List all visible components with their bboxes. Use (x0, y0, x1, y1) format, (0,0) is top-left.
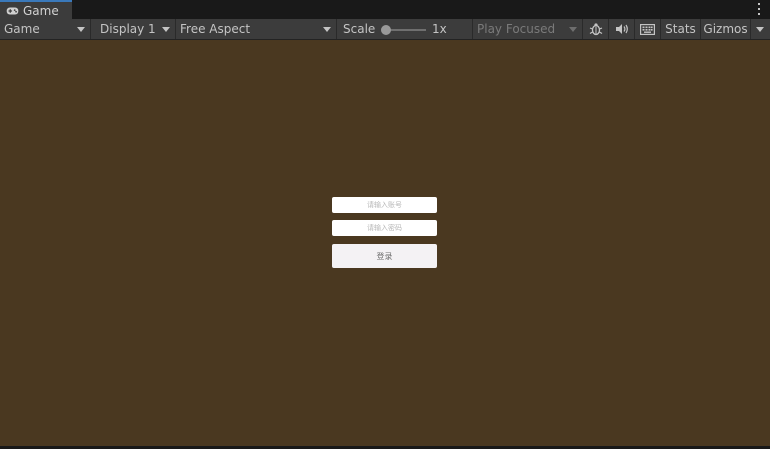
bug-icon (589, 23, 602, 36)
password-input[interactable]: 请输入密码 (332, 220, 437, 236)
chevron-down-icon (77, 27, 85, 32)
gizmos-label: Gizmos (703, 22, 748, 36)
tab-game-label: Game (23, 3, 59, 18)
gizmos-button[interactable]: Gizmos (701, 19, 751, 39)
chevron-down-icon (756, 27, 764, 32)
account-input[interactable]: 请输入账号 (332, 197, 437, 213)
chevron-down-icon (569, 27, 577, 32)
login-button[interactable]: 登录 (332, 244, 437, 268)
display-select-label: Display 1 (100, 22, 156, 36)
scale-slider-handle[interactable] (381, 25, 391, 35)
tab-game[interactable]: Game (0, 0, 72, 19)
game-viewport[interactable] (0, 40, 770, 446)
play-mode-label: Play Focused (477, 22, 556, 36)
keyboard-icon (640, 23, 655, 35)
play-mode-select[interactable]: Play Focused (473, 19, 583, 39)
shortcuts-button[interactable] (635, 19, 661, 39)
scale-value: 1x (432, 22, 447, 36)
login-label: 登录 (376, 251, 393, 261)
chevron-down-icon (323, 27, 331, 32)
stats-label: Stats (665, 22, 696, 36)
gamepad-icon (6, 6, 19, 15)
view-select-label: Game (4, 22, 40, 36)
display-select[interactable]: Display 1 (91, 19, 176, 39)
mute-audio-button[interactable] (609, 19, 635, 39)
tab-bar: Game (0, 0, 770, 19)
speaker-icon (615, 24, 628, 34)
chevron-down-icon (162, 27, 170, 32)
aspect-select[interactable]: Free Aspect (176, 19, 337, 39)
password-placeholder: 请输入密码 (367, 224, 402, 232)
stats-button[interactable]: Stats (661, 19, 701, 39)
more-options-icon[interactable] (756, 3, 762, 15)
view-select[interactable]: Game (0, 19, 91, 39)
aspect-select-label: Free Aspect (180, 22, 251, 36)
gizmos-dropdown[interactable] (751, 19, 770, 39)
scale-label: Scale (343, 22, 376, 36)
account-placeholder: 请输入账号 (367, 201, 402, 209)
bug-button[interactable] (583, 19, 609, 39)
